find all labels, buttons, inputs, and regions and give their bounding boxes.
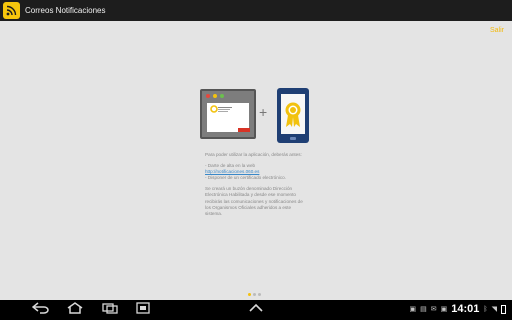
browser-illustration-icon [200, 89, 256, 139]
register-link[interactable]: http://notificaciones.060.es [205, 169, 259, 174]
bullet-certificate: - Disponer de un certificado electrónico… [205, 175, 286, 181]
page-dot [248, 293, 251, 296]
main-content: + Para poder utilizar la aplicación, deb… [0, 0, 512, 300]
browser-dot-red [206, 94, 210, 98]
clock: 14:01 [451, 303, 480, 315]
notification-icon: ✉ [430, 306, 437, 313]
browser-dot-yellow [213, 94, 217, 98]
notification-icon: ▤ [420, 306, 427, 313]
screenshot-icon[interactable] [135, 302, 151, 317]
bullet-web: - Darte de alta en la web http://notific… [205, 163, 305, 175]
page-dot [253, 293, 256, 296]
home-icon[interactable] [66, 302, 84, 317]
notification-icon: ▣ [440, 306, 448, 313]
phone-home-button [290, 137, 296, 140]
browser-dot-green [220, 94, 224, 98]
bullet-web-prefix: - Darte de alta en la web [205, 163, 256, 169]
intro-text: Para poder utilizar la aplicación, deber… [205, 152, 305, 222]
intro-line: Para poder utilizar la aplicación, deber… [205, 152, 302, 157]
status-area: ▣ ▤ ✉ ▣ 14:01 ᛒ ◥ [410, 303, 506, 315]
battery-icon [501, 304, 506, 314]
wifi-icon: ◥ [491, 306, 497, 313]
notification-icon: ▣ [409, 306, 417, 313]
up-chevron-icon[interactable] [248, 302, 264, 317]
page-dot [258, 293, 261, 296]
intro-paragraph: Se creará un buzón denominado Dirección … [205, 186, 303, 216]
page-indicator [248, 293, 261, 296]
plus-sign: + [259, 104, 268, 120]
browser-page [207, 103, 250, 132]
recents-icon[interactable] [101, 302, 119, 317]
phone-certificate-icon [277, 88, 309, 143]
back-icon[interactable] [31, 302, 50, 317]
system-navbar: ▣ ▤ ✉ ▣ 14:01 ᛒ ◥ [0, 300, 512, 320]
bluetooth-icon: ᛒ [483, 305, 488, 313]
